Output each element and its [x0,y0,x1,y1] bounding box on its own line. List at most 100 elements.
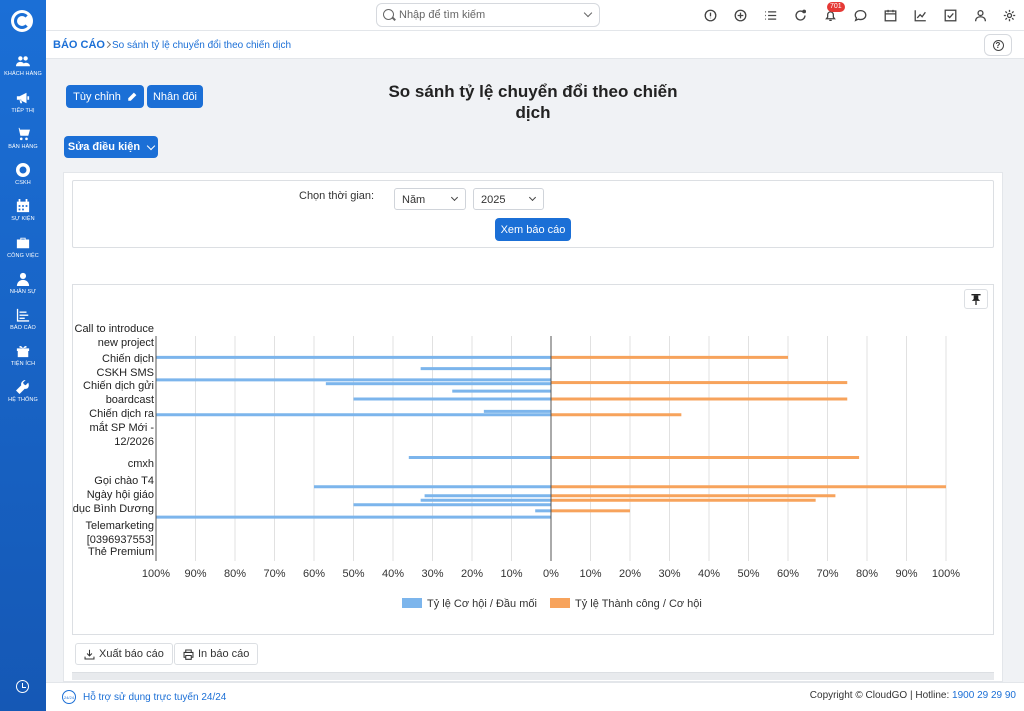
sidebar-item-label: Tiện ích [10,361,36,367]
sidebar-item-label: Bán hàng [8,144,38,150]
year-select[interactable]: 2025 [473,188,544,210]
global-search[interactable] [376,3,600,27]
x-tick-label: 90% [895,568,917,580]
x-tick-label: 40% [382,568,404,580]
chat-icon[interactable] [853,8,867,22]
calendar-icon[interactable] [883,8,897,22]
user-icon[interactable] [973,8,987,22]
bar-opportunity-rate [424,494,551,498]
footer: 24/24 Hỗ trợ sử dụng trực tuyến 24/24 Co… [46,682,1024,711]
bar-opportunity-rate [325,382,551,386]
trend-chart-icon[interactable] [913,8,927,22]
duplicate-button[interactable]: Nhân đôi [147,85,203,108]
support-link[interactable]: Hỗ trợ sử dụng trực tuyến 24/24 [83,692,226,703]
bar-opportunity-rate [420,498,551,502]
report-icon [16,306,30,324]
chevron-down-icon[interactable] [583,8,593,18]
x-tick-label: 60% [303,568,325,580]
bar-success-rate [551,456,860,459]
edit-conditions-button[interactable]: Sửa điều kiện [64,136,158,158]
wrench-icon [16,378,30,396]
x-tick-label: 10% [500,568,522,580]
y-axis-label: CSKH SMS [97,367,154,379]
bar-opportunity-rate [156,413,551,417]
x-tick-label: 70% [816,568,838,580]
sidebar-item-marketing[interactable]: Tiếp thị [0,89,46,125]
megaphone-icon [16,89,30,107]
year-value: 2025 [481,194,506,206]
sidebar-item-cskh[interactable]: CSKH [0,161,46,197]
period-select[interactable]: Năm [394,188,466,210]
top-bar: 701 [46,0,1024,31]
sidebar-item-events[interactable]: Sự kiện [0,197,46,233]
sidebar-item-label: Hệ thống [8,397,38,403]
sidebar-item-label: Khách hàng [4,71,42,77]
printer-icon [183,649,194,660]
checkbox-icon[interactable] [943,8,957,22]
y-axis-label: 12/2026 [114,436,154,448]
bar-success-rate [551,355,788,359]
chevron-down-icon [146,141,156,150]
y-axis-label: [0396937553] [87,534,154,546]
hotline-number[interactable]: 1900 29 29 90 [952,690,1016,701]
cloudgo-logo[interactable] [11,10,33,32]
add-circle-icon[interactable] [733,8,747,22]
history-clock-icon[interactable] [16,680,29,693]
sidebar-item-label: Công việc [7,253,39,259]
x-tick-label: 20% [619,568,641,580]
bar-opportunity-rate [408,456,551,459]
x-tick-label: 80% [224,568,246,580]
sidebar-item-sales[interactable]: Bán hàng [0,125,46,161]
sidebar-item-customers[interactable]: Khách hàng [0,52,46,88]
sidebar-item-label: Sự kiện [11,216,35,222]
alert-icon[interactable] [703,8,717,22]
bar-opportunity-rate [353,397,551,401]
lifebuoy-icon [16,161,30,179]
copyright-text: Copyright © CloudGO | Hotline: 1900 29 2… [809,690,1016,701]
sidebar-item-label: Nhân sự [9,289,37,295]
question-icon: ? [992,39,1004,51]
copyright: Copyright © CloudGO [809,690,908,701]
bar-success-rate [551,413,682,417]
print-report-button[interactable]: In báo cáo [174,643,259,665]
bar-opportunity-rate [483,409,551,413]
bar-success-rate [551,485,946,489]
notification-badge: 701 [827,2,845,12]
sidebar-item-hr[interactable]: Nhân sự [0,270,46,306]
help-button[interactable]: ? [984,34,1012,56]
search-input[interactable] [399,7,569,23]
bar-opportunity-rate [156,515,551,519]
export-label: Xuất báo cáo [99,648,164,660]
breadcrumb-current: So sánh tỷ lệ chuyển đổi theo chiến dịch [112,40,292,51]
sidebar-item-system[interactable]: Hệ thống [0,378,46,414]
export-report-button[interactable]: Xuất báo cáo [75,643,173,665]
bar-opportunity-rate [156,378,551,382]
refresh-icon[interactable] [793,8,807,22]
x-tick-label: 40% [698,568,720,580]
period-value: Năm [402,194,426,206]
pin-button[interactable] [964,289,988,309]
x-tick-label: 30% [421,568,443,580]
y-axis-label: new project [98,337,154,349]
x-tick-label: 50% [342,568,364,580]
list-icon[interactable] [763,8,777,22]
bar-opportunity-rate [156,355,551,359]
x-tick-label: 0% [543,568,559,580]
y-axis-label: Thẻ Premium [88,546,154,558]
breadcrumb: BÁO CÁO So sánh tỷ lệ chuyển đổi theo ch… [46,31,1024,59]
view-report-button[interactable]: Xem báo cáo [495,218,571,241]
breadcrumb-root-link[interactable]: BÁO CÁO [53,39,105,51]
x-tick-label: 60% [777,568,799,580]
y-axis-label: Chiến dịch ra [89,408,155,420]
customize-button[interactable]: Tùy chỉnh [66,85,144,108]
hotline-label: Hotline: [915,690,950,701]
edit-conditions-label: Sửa điều kiện [67,141,141,153]
print-label: In báo cáo [198,648,250,660]
y-axis-label: boardcast [106,394,154,406]
sidebar-item-reports[interactable]: Báo cáo [0,306,46,342]
gear-icon[interactable] [1002,8,1016,22]
horizontal-scrollbar[interactable] [72,672,994,680]
sidebar-item-tasks[interactable]: Công việc [0,234,46,270]
sidebar-item-utilities[interactable]: Tiện ích [0,342,46,378]
y-axis-label: Chiến dịch [102,353,154,365]
